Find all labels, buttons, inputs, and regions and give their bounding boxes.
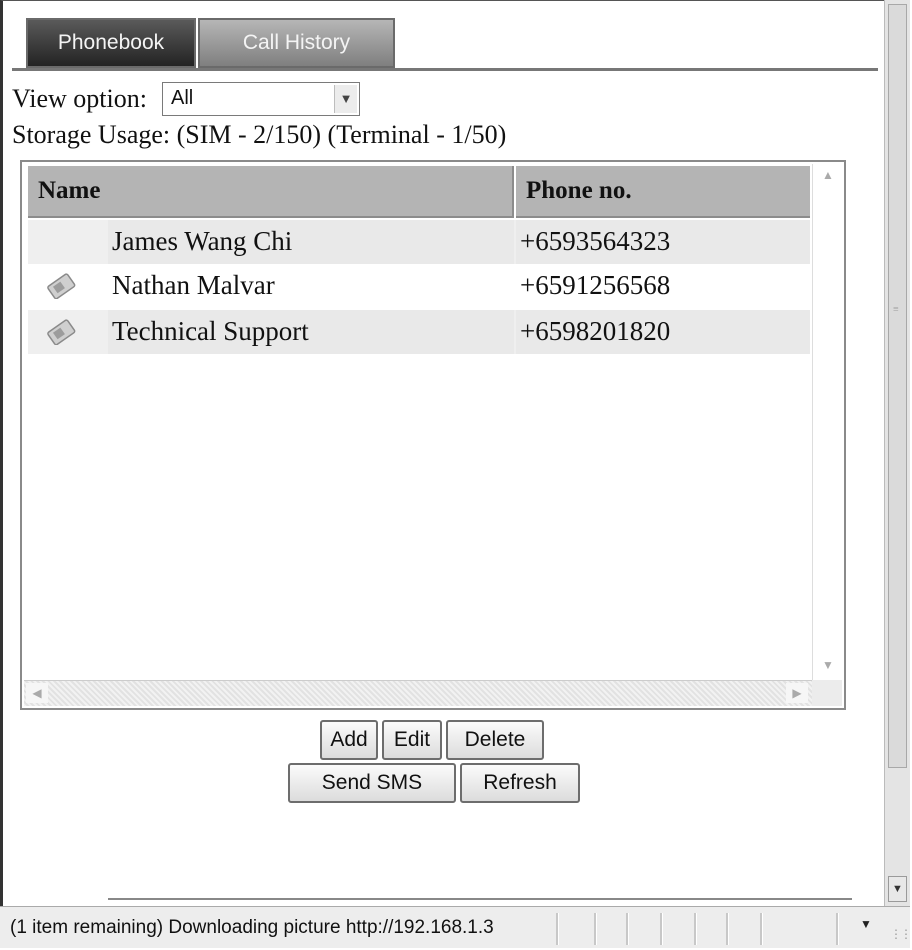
tab-phonebook[interactable]: Phonebook [26,18,196,68]
refresh-button[interactable]: Refresh [460,763,580,803]
chevron-down-icon[interactable]: ▼ [334,85,357,113]
scroll-down-icon[interactable]: ▼ [817,654,839,676]
view-option-select[interactable]: All ▼ [162,82,360,116]
status-separator [694,913,697,945]
scroll-right-icon[interactable]: ▶ [786,683,808,703]
status-separator [556,913,559,945]
delete-button[interactable]: Delete [446,720,544,760]
scrollbar-corner [812,680,842,706]
contact-phone: +6593564323 [520,226,671,256]
status-separator [726,913,729,945]
contact-list-panel: Name Phone no. James Wang Chi +659356432… [20,160,846,710]
status-separator [760,913,763,945]
contact-phone: +6598201820 [520,316,671,346]
tab-divider [12,68,878,71]
sim-card-icon [47,273,76,299]
resize-grip-icon[interactable]: ⋮⋮ [890,927,912,942]
edit-button[interactable]: Edit [382,720,442,760]
sim-card-icon [47,319,76,345]
scrollbar-thumb[interactable] [888,4,907,768]
scroll-up-icon[interactable]: ▲ [817,164,839,186]
list-horizontal-scrollbar[interactable]: ◀ ▶ [24,680,812,706]
grip-icon: ≡ [893,304,899,315]
send-sms-button[interactable]: Send SMS [288,763,456,803]
page-vertical-scrollbar[interactable]: ≡ ▼ [884,0,910,908]
scroll-left-icon[interactable]: ◀ [26,683,48,703]
contact-name: James Wang Chi [112,226,293,256]
column-header-name[interactable]: Name [28,166,514,218]
contact-phone: +6591256568 [520,270,671,300]
table-row[interactable]: James Wang Chi +6593564323 [28,220,810,264]
table-row[interactable]: Technical Support +6598201820 [28,310,810,354]
list-vertical-scrollbar[interactable]: ▲ ▼ [812,164,842,682]
zoom-dropdown-icon[interactable]: ▼ [860,917,872,932]
contact-name: Nathan Malvar [112,270,275,300]
contact-name: Technical Support [112,316,309,346]
view-option-value: All [171,87,194,109]
table-header: Name Phone no. [28,166,810,218]
storage-usage: Storage Usage: (SIM - 2/150) (Terminal -… [12,120,507,149]
status-separator [626,913,629,945]
add-button[interactable]: Add [320,720,378,760]
status-bar: (1 item remaining) Downloading picture h… [0,906,912,948]
status-text: (1 item remaining) Downloading picture h… [10,917,494,938]
status-separator [660,913,663,945]
status-separator [836,913,839,945]
content-divider [108,898,852,900]
status-separator [594,913,597,945]
tab-call-history[interactable]: Call History [198,18,395,68]
column-header-phone[interactable]: Phone no. [516,166,810,218]
view-option-label: View option: [12,84,147,113]
table-row[interactable]: Nathan Malvar +6591256568 [28,264,810,308]
scroll-down-icon[interactable]: ▼ [888,876,907,902]
row-icon-cell [28,220,108,264]
